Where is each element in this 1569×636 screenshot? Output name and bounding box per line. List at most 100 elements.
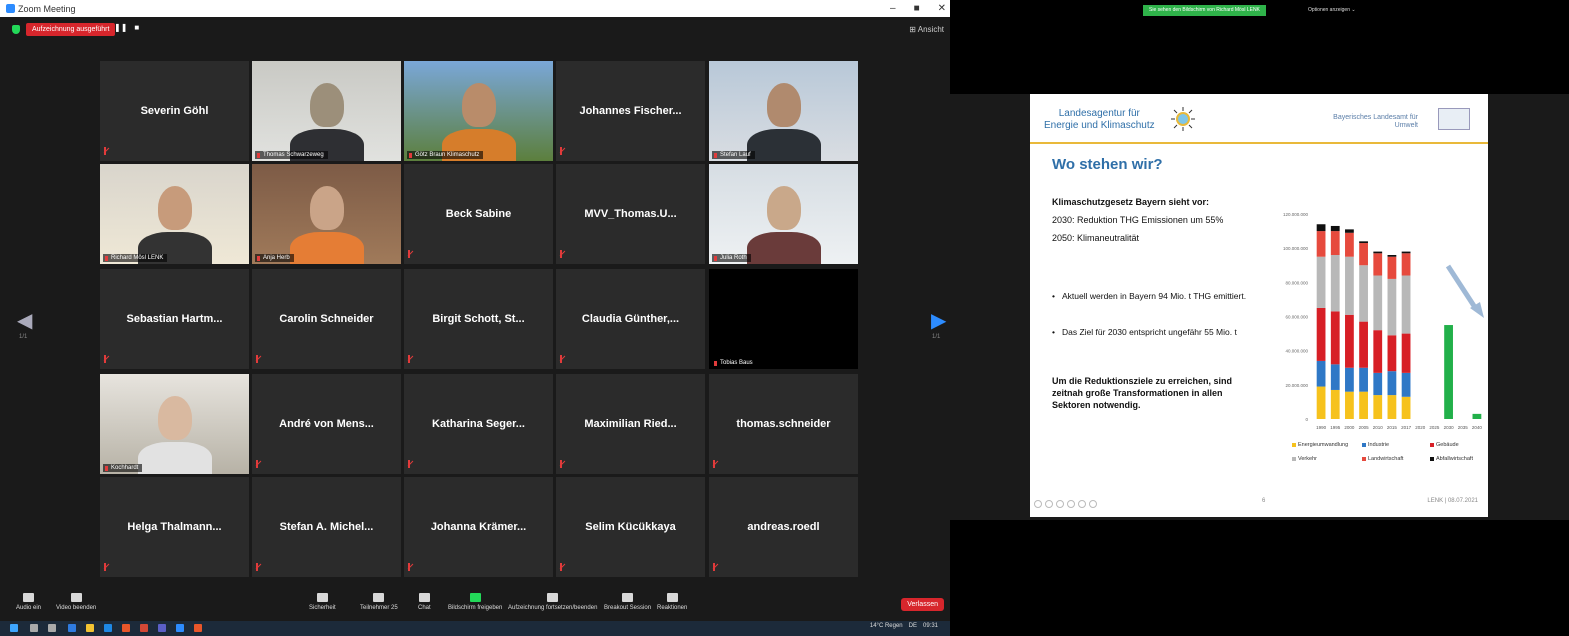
title-bar: Zoom Meeting – ■ ✕	[0, 0, 950, 17]
legend-item: Verkehr	[1292, 456, 1317, 462]
bar-segment	[1345, 229, 1354, 233]
slide-header: Landesagentur für Energie und Klimaschut…	[1030, 94, 1488, 144]
legend-swatch	[1362, 442, 1366, 447]
x-tick-label: 2010	[1373, 425, 1384, 430]
video-button[interactable]: Video beenden	[56, 593, 96, 611]
participant-tile[interactable]: Richard Mösl LENK	[100, 164, 249, 264]
slide-zoom-icon[interactable]	[1078, 500, 1086, 508]
slide-view-icon[interactable]	[1067, 500, 1075, 508]
audio-button[interactable]: Audio ein	[16, 593, 41, 611]
breakout-button[interactable]: Breakout Session	[604, 593, 651, 611]
share-screen-button[interactable]: Bildschirm freigeben	[448, 593, 502, 611]
language-indicator[interactable]: DE	[909, 623, 917, 629]
slide-next-icon[interactable]	[1045, 500, 1053, 508]
screen-share-panel: Sie sehen den Bildschirm von Richard Mös…	[950, 0, 1569, 636]
participant-tile[interactable]: Severin Göhl	[100, 61, 249, 161]
participant-tile[interactable]: Anja Herb	[252, 164, 401, 264]
legend-swatch	[1362, 456, 1366, 461]
trend-arrow-icon	[1445, 264, 1484, 318]
bar-segment	[1359, 367, 1368, 392]
chat-button[interactable]: Chat	[418, 593, 431, 611]
bar-segment	[1316, 224, 1326, 232]
participant-name: Johanna Krämer...	[430, 521, 527, 533]
participant-tile[interactable]: Thomas Schwarzeweg	[252, 61, 401, 161]
stop-recording-button[interactable]: ■	[134, 23, 139, 32]
record-button[interactable]: Aufzeichnung fortsetzen/beenden	[508, 593, 597, 611]
participant-tile[interactable]: Götz Braun Klimaschutz	[404, 61, 553, 161]
security-shield-icon[interactable]	[12, 25, 20, 34]
firefox-icon[interactable]	[122, 624, 130, 632]
participant-tile[interactable]: MVV_Thomas.U...	[556, 164, 705, 264]
next-page-icon[interactable]: ▶	[931, 308, 946, 333]
bar-segment	[1387, 256, 1397, 279]
bar-segment	[1316, 360, 1326, 387]
reactions-button[interactable]: Reaktionen	[657, 593, 687, 611]
edge-icon[interactable]	[68, 624, 76, 632]
participant-tile[interactable]: Birgit Schott, St...	[404, 269, 553, 369]
participant-tile[interactable]: Stefan Lauf	[709, 61, 858, 161]
legend-label: Verkehr	[1298, 456, 1317, 462]
participant-tile[interactable]: thomas.schneider	[709, 374, 858, 474]
app-icon[interactable]	[140, 624, 148, 632]
clock[interactable]: 09:31	[923, 623, 938, 629]
participant-name: Beck Sabine	[445, 208, 512, 220]
bar-segment	[1316, 307, 1326, 361]
legend-item: Abfallwirtschaft	[1430, 456, 1473, 462]
participant-caption: Thomas Schwarzeweg	[255, 151, 328, 159]
law-2030: 2030: Reduktion THG Emissionen um 55%	[1052, 215, 1224, 225]
x-tick-label: 2040	[1472, 425, 1483, 430]
slide-prev-icon[interactable]	[1034, 500, 1042, 508]
task-view-icon[interactable]	[48, 624, 56, 632]
participant-tile[interactable]: Julia Roth	[709, 164, 858, 264]
participant-tile[interactable]: andreas.roedl	[709, 477, 858, 577]
microphone-icon	[23, 593, 35, 602]
window-title: Zoom Meeting	[18, 3, 76, 14]
pause-recording-button[interactable]: ❚❚	[114, 23, 127, 32]
slide-pen-icon[interactable]	[1056, 500, 1064, 508]
leave-button[interactable]: Verlassen	[901, 598, 944, 611]
participant-name: André von Mens...	[279, 418, 374, 430]
participant-tile[interactable]: Tobias Baus	[709, 269, 858, 369]
view-button[interactable]: ⊞ Ansicht	[909, 25, 944, 34]
participant-tile[interactable]: Katharina Seger...	[404, 374, 553, 474]
participant-tile[interactable]: Stefan A. Michel...	[252, 477, 401, 577]
explorer-icon[interactable]	[86, 624, 94, 632]
participants-button[interactable]: Teilnehmer 25	[360, 593, 398, 611]
maximize-button[interactable]: ■	[914, 3, 920, 14]
x-tick-label: 2025	[1429, 425, 1440, 430]
participant-tile[interactable]: Sebastian Hartm...	[100, 269, 249, 369]
bar-segment	[1316, 231, 1326, 257]
x-tick-label: 1990	[1316, 425, 1327, 430]
person-body	[747, 129, 821, 161]
participant-tile[interactable]: Claudia Günther,...	[556, 269, 705, 369]
participant-tile[interactable]: Selim Kücükkaya	[556, 477, 705, 577]
zoom-taskbar-icon[interactable]	[176, 624, 184, 632]
security-button[interactable]: Sicherheit	[309, 593, 336, 611]
person-head	[158, 186, 192, 230]
participant-tile[interactable]: André von Mens...	[252, 374, 401, 474]
participant-tile[interactable]: Helga Thalmann...	[100, 477, 249, 577]
participant-tile[interactable]: Kochhardt	[100, 374, 249, 474]
start-icon[interactable]	[10, 624, 18, 632]
app2-icon[interactable]	[194, 624, 202, 632]
participant-tile[interactable]: Johannes Fischer...	[556, 61, 705, 161]
participant-tile[interactable]: Beck Sabine	[404, 164, 553, 264]
participant-caption: Julia Roth	[712, 254, 751, 262]
slide-more-icon[interactable]	[1089, 500, 1097, 508]
search-icon[interactable]	[30, 624, 38, 632]
participant-tile[interactable]: Johanna Krämer...	[404, 477, 553, 577]
view-options-button[interactable]: Optionen anzeigen ⌄	[1308, 5, 1356, 16]
outlook-icon[interactable]	[104, 624, 112, 632]
minimize-button[interactable]: –	[890, 3, 896, 14]
close-button[interactable]: ✕	[938, 3, 946, 14]
teams-icon[interactable]	[158, 624, 166, 632]
law-heading: Klimaschutzgesetz Bayern sieht vor:	[1052, 197, 1210, 207]
lfu-coat-of-arms-icon	[1438, 108, 1470, 130]
bar-segment	[1401, 333, 1411, 373]
participant-tile[interactable]: Carolin Schneider	[252, 269, 401, 369]
participant-tile[interactable]: Maximilian Ried...	[556, 374, 705, 474]
y-tick-label: 60.000.000	[1285, 315, 1308, 320]
record-label: Aufzeichnung fortsetzen/beenden	[508, 605, 598, 611]
prev-page-icon[interactable]: ◀	[17, 308, 32, 333]
weather-widget[interactable]: 14°C Regen	[870, 623, 903, 629]
